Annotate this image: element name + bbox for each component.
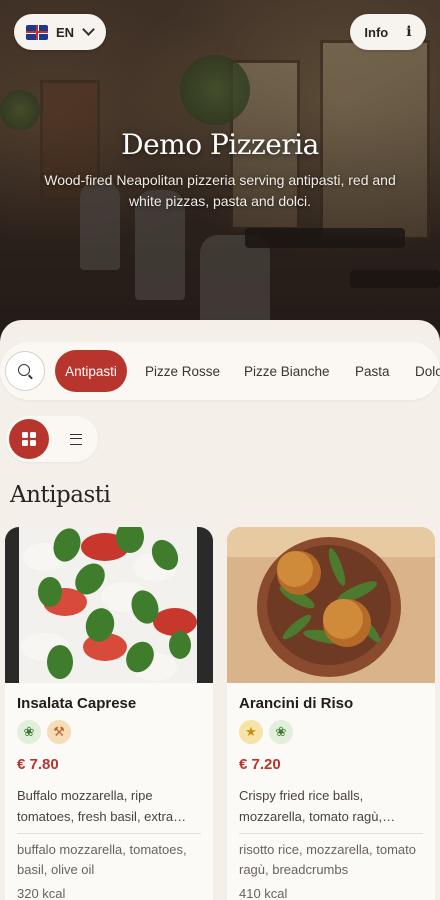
search-button[interactable] bbox=[5, 351, 45, 391]
info-icon: i bbox=[406, 24, 412, 40]
dish-description: Crispy fried rice balls, mozzarella, tom… bbox=[239, 788, 396, 824]
vegetarian-icon: ❀ bbox=[17, 720, 41, 744]
search-icon bbox=[18, 364, 30, 376]
menu-item-card[interactable]: Arancini di Riso ★ ❀ € 7.20 Crispy fried… bbox=[227, 527, 435, 900]
uk-flag-icon bbox=[26, 24, 48, 40]
dish-ingredients: risotto rice, mozzarella, tomato ragù, b… bbox=[239, 842, 417, 877]
dish-price: € 7.20 bbox=[239, 756, 281, 773]
restaurant-title: Demo Pizzeria bbox=[121, 128, 319, 161]
dish-calories: 320 kcal bbox=[17, 886, 66, 900]
divider bbox=[239, 833, 423, 834]
list-icon bbox=[70, 433, 82, 445]
dish-calories: 410 kcal bbox=[239, 886, 288, 900]
tab-pizze-bianche[interactable]: Pizze Bianche bbox=[244, 350, 330, 392]
dish-name: Arancini di Riso bbox=[239, 695, 354, 712]
dish-ingredients: buffalo mozzarella, tomatoes, basil, oli… bbox=[17, 842, 187, 877]
dish-image bbox=[5, 527, 213, 683]
section-title: Antipasti bbox=[10, 482, 111, 508]
grid-view-button[interactable] bbox=[9, 419, 49, 459]
menu-item-card[interactable]: Insalata Caprese ❀ ⚒ € 7.80 Buffalo mozz… bbox=[5, 527, 213, 900]
info-button[interactable]: Info i bbox=[350, 14, 426, 50]
list-view-button[interactable] bbox=[56, 419, 96, 459]
chevron-down-icon bbox=[82, 23, 95, 36]
restaurant-subtitle: Wood-fired Neapolitan pizzeria serving a… bbox=[44, 172, 396, 209]
hero-banner: Demo Pizzeria Wood-fired Neapolitan pizz… bbox=[0, 0, 440, 345]
tab-pizze-rosse[interactable]: Pizze Rosse bbox=[145, 350, 220, 392]
category-tabs: Antipasti Pizze Rosse Pizze Bianche Past… bbox=[0, 342, 440, 400]
view-toggle bbox=[6, 416, 98, 462]
divider bbox=[17, 833, 201, 834]
grid-icon bbox=[22, 432, 36, 446]
dish-name: Insalata Caprese bbox=[17, 695, 137, 712]
language-selector[interactable]: EN bbox=[14, 14, 106, 50]
star-icon: ★ bbox=[239, 720, 263, 744]
tab-antipasti[interactable]: Antipasti bbox=[55, 350, 127, 392]
dish-image bbox=[227, 527, 435, 683]
dish-description: Buffalo mozzarella, ripe tomatoes, fresh… bbox=[17, 788, 187, 824]
info-label: Info bbox=[364, 24, 389, 40]
language-label: EN bbox=[56, 24, 75, 40]
vegetarian-icon: ❀ bbox=[269, 720, 293, 744]
dish-price: € 7.80 bbox=[17, 756, 59, 773]
tab-pasta[interactable]: Pasta bbox=[355, 350, 390, 392]
spicy-icon: ⚒ bbox=[47, 720, 71, 744]
tab-dolci[interactable]: Dolci bbox=[415, 350, 440, 392]
